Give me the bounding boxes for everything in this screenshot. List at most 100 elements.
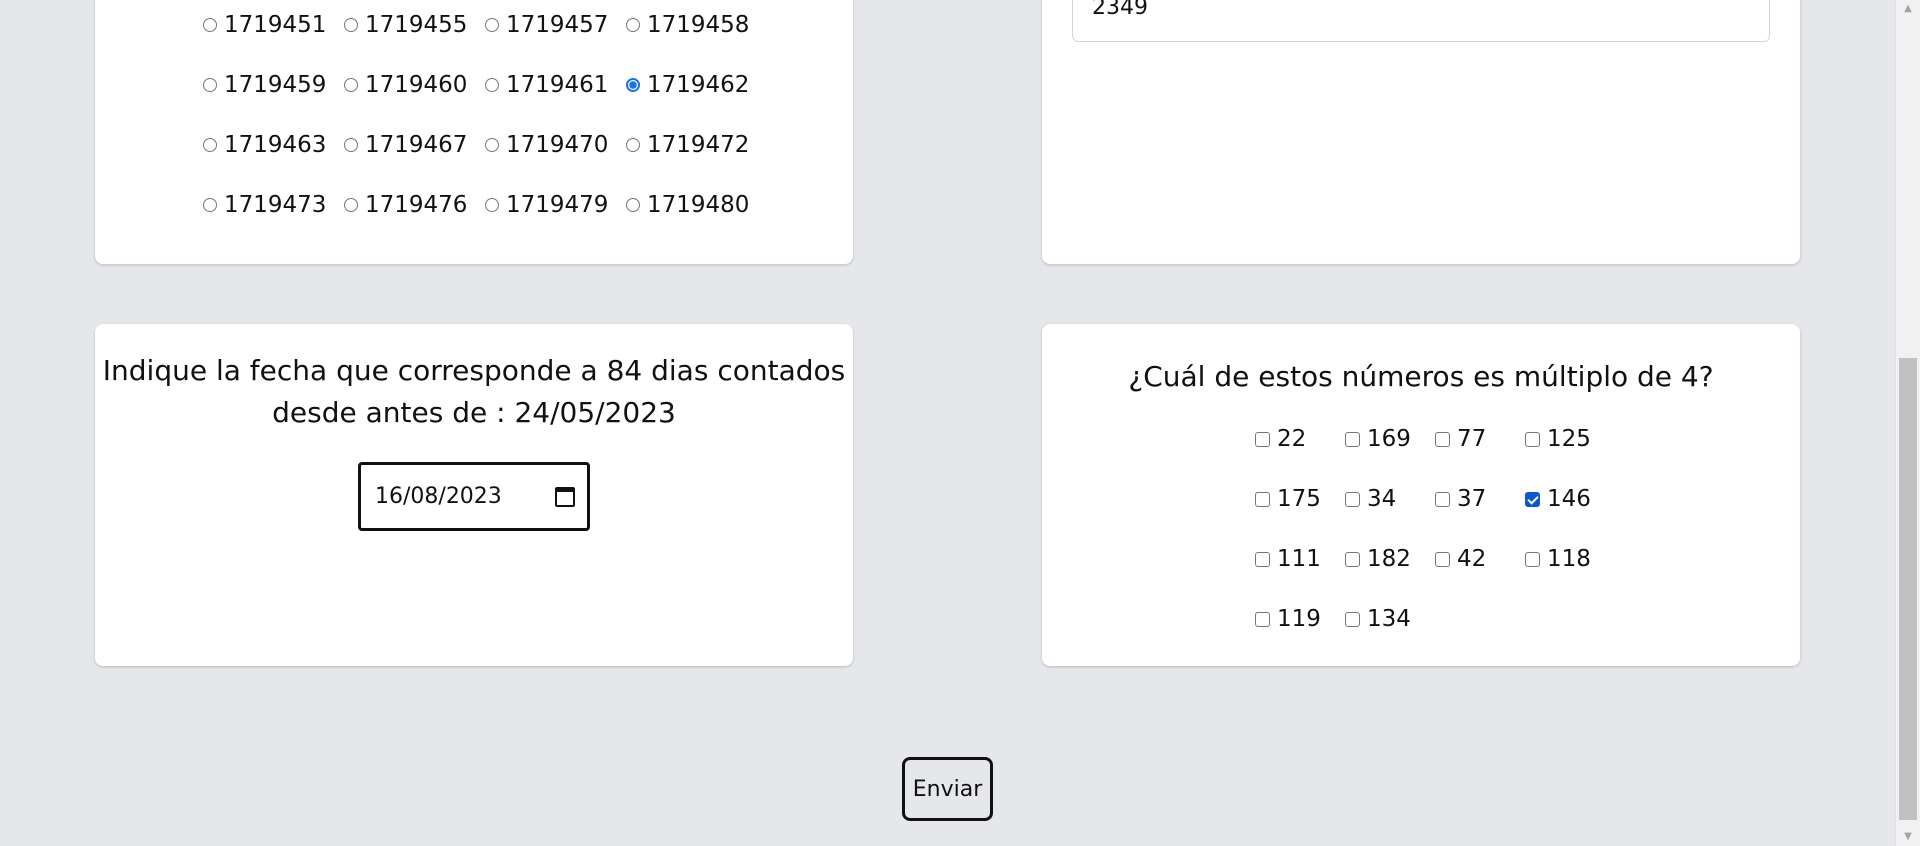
radio-button[interactable]	[485, 78, 499, 92]
radio-option-label: 1719459	[224, 72, 327, 98]
radio-option[interactable]: 1719480	[626, 180, 767, 230]
checkbox-option-label: 125	[1547, 426, 1591, 452]
checkbox-option[interactable]: 42	[1435, 534, 1525, 584]
checkbox[interactable]	[1255, 491, 1270, 507]
checkbox[interactable]	[1255, 611, 1270, 627]
radio-option[interactable]: 1719467	[344, 120, 485, 170]
radio-option[interactable]: 1719463	[203, 120, 344, 170]
checkbox-option[interactable]: 146	[1525, 474, 1615, 524]
radio-button[interactable]	[203, 18, 217, 32]
checkbox-option-label: 119	[1277, 606, 1321, 632]
checkbox-option[interactable]: 169	[1345, 414, 1435, 464]
checkbox[interactable]	[1525, 431, 1540, 447]
number-answer-card: 2349	[1042, 0, 1800, 264]
radio-option[interactable]: 1719461	[485, 60, 626, 110]
radio-button[interactable]	[344, 18, 358, 32]
checkbox[interactable]	[1345, 491, 1360, 507]
multiple-question-card: ¿Cuál de estos números es múltiplo de 4?…	[1042, 324, 1800, 666]
radio-option[interactable]: 1719459	[203, 60, 344, 110]
radio-button[interactable]	[626, 138, 640, 152]
checkbox-option[interactable]: 22	[1255, 414, 1345, 464]
radio-option-label: 1719480	[647, 192, 750, 218]
checkbox-option-label: 34	[1367, 486, 1397, 512]
date-question-prompt: Indique la fecha que corresponde a 84 di…	[102, 354, 846, 429]
checkbox-option[interactable]: 118	[1525, 534, 1615, 584]
radio-button[interactable]	[485, 198, 499, 212]
checkbox-option[interactable]: 134	[1345, 594, 1435, 644]
checkbox[interactable]	[1525, 551, 1540, 567]
radio-question-card: 1719451 1719455 1719457 1719458 1719459 17194…	[95, 0, 853, 264]
checkbox[interactable]	[1345, 611, 1360, 627]
radio-option[interactable]: 1719455	[344, 0, 485, 50]
checkbox-option[interactable]: 111	[1255, 534, 1345, 584]
checkbox-option[interactable]: 77	[1435, 414, 1525, 464]
calendar-icon[interactable]	[555, 486, 575, 507]
radio-option[interactable]: 1719457	[485, 0, 626, 50]
radio-button[interactable]	[626, 78, 640, 92]
radio-option[interactable]: 1719462	[626, 60, 767, 110]
checkbox-option-label: 134	[1367, 606, 1411, 632]
radio-button[interactable]	[344, 138, 358, 152]
checkbox[interactable]	[1435, 491, 1450, 507]
radio-option-label: 1719476	[365, 192, 468, 218]
radio-button[interactable]	[626, 198, 640, 212]
checkbox-option[interactable]: 119	[1255, 594, 1345, 644]
radio-option-label: 1719470	[506, 132, 609, 158]
number-answer-input[interactable]: 2349	[1072, 0, 1770, 42]
date-answer-input[interactable]: 16/08/2023	[358, 462, 590, 531]
radio-button[interactable]	[344, 198, 358, 212]
checkbox-option-label: 175	[1277, 486, 1321, 512]
scroll-down-arrow-icon[interactable]: ▼	[1896, 828, 1920, 846]
submit-button[interactable]: Enviar	[902, 757, 993, 821]
checkbox-option[interactable]: 175	[1255, 474, 1345, 524]
radio-option[interactable]: 1719473	[203, 180, 344, 230]
checkbox-option-label: 42	[1457, 546, 1487, 572]
checkbox-option[interactable]: 37	[1435, 474, 1525, 524]
checkbox[interactable]	[1345, 551, 1360, 567]
checkbox-option[interactable]: 182	[1345, 534, 1435, 584]
vertical-scrollbar[interactable]: ▲ ▼	[1895, 0, 1920, 846]
checkbox[interactable]	[1435, 551, 1450, 567]
radio-button[interactable]	[626, 18, 640, 32]
radio-option-label: 1719458	[647, 12, 750, 38]
scrollbar-thumb[interactable]	[1899, 358, 1917, 820]
radio-option[interactable]: 1719451	[203, 0, 344, 50]
checkbox-option[interactable]: 125	[1525, 414, 1615, 464]
radio-option[interactable]: 1719479	[485, 180, 626, 230]
checkbox-option-label: 118	[1547, 546, 1591, 572]
radio-options-group: 1719451 1719455 1719457 1719458 1719459 17194…	[203, 0, 767, 240]
scroll-up-arrow-icon[interactable]: ▲	[1896, 0, 1920, 18]
radio-option-label: 1719451	[224, 12, 327, 38]
checkbox-option-label: 182	[1367, 546, 1411, 572]
radio-button[interactable]	[344, 78, 358, 92]
radio-button[interactable]	[203, 78, 217, 92]
radio-option[interactable]: 1719460	[344, 60, 485, 110]
radio-button[interactable]	[485, 138, 499, 152]
date-question-card: Indique la fecha que corresponde a 84 di…	[95, 324, 853, 666]
date-value: 16/08/2023	[375, 484, 502, 509]
checkbox[interactable]	[1525, 491, 1540, 507]
radio-option[interactable]: 1719476	[344, 180, 485, 230]
radio-option-label: 1719461	[506, 72, 609, 98]
radio-option-label: 1719455	[365, 12, 468, 38]
checkbox[interactable]	[1255, 431, 1270, 447]
checkbox-option-label: 77	[1457, 426, 1487, 452]
radio-button[interactable]	[485, 18, 499, 32]
radio-option-label: 1719472	[647, 132, 750, 158]
radio-option-label: 1719479	[506, 192, 609, 218]
checkbox[interactable]	[1345, 431, 1360, 447]
radio-option-label: 1719467	[365, 132, 468, 158]
checkbox-option-label: 169	[1367, 426, 1411, 452]
checkbox-option-label: 22	[1277, 426, 1307, 452]
radio-option[interactable]: 1719458	[626, 0, 767, 50]
radio-button[interactable]	[203, 138, 217, 152]
checkbox-options-group: 22 169 77 125 175 34 37 146 111 182 42 118 119 134	[1255, 414, 1615, 654]
checkbox-option[interactable]: 34	[1345, 474, 1435, 524]
radio-button[interactable]	[203, 198, 217, 212]
checkbox-option-label: 111	[1277, 546, 1321, 572]
radio-option[interactable]: 1719472	[626, 120, 767, 170]
radio-option-label: 1719460	[365, 72, 468, 98]
checkbox[interactable]	[1255, 551, 1270, 567]
checkbox[interactable]	[1435, 431, 1450, 447]
radio-option[interactable]: 1719470	[485, 120, 626, 170]
